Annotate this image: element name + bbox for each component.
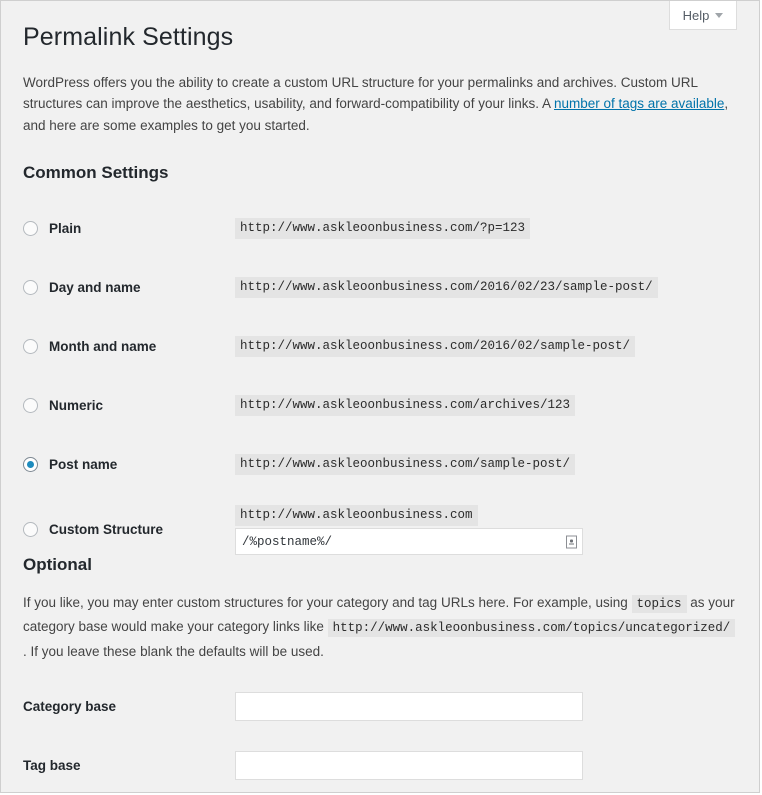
example-url-day-and-name: http://www.askleoonbusiness.com/2016/02/… — [235, 276, 658, 299]
radio-option-post-name[interactable]: Post name — [23, 456, 235, 472]
radio-numeric[interactable] — [23, 397, 38, 413]
option-example-cell: http://www.askleoonbusiness.com/2016/02/… — [235, 258, 739, 317]
option-example-cell: http://www.askleoonbusiness.com/?p=123 — [235, 199, 739, 258]
radio-label-post-name: Post name — [49, 456, 118, 472]
option-example-cell: http://www.askleoonbusiness.com/sample-p… — [235, 435, 739, 494]
radio-label-plain: Plain — [49, 220, 82, 236]
optional-fields-table: Category base Tag base — [23, 677, 739, 792]
radio-plain[interactable] — [23, 220, 38, 236]
radio-day-and-name[interactable] — [23, 279, 38, 295]
radio-month-and-name[interactable] — [23, 338, 38, 354]
example-url-plain: http://www.askleoonbusiness.com/?p=123 — [235, 217, 531, 240]
option-label-cell: Month and name — [23, 317, 235, 376]
page-title: Permalink Settings — [23, 23, 234, 51]
resize-grip-icon[interactable] — [566, 535, 577, 549]
custom-structure-input[interactable]: /%postname%/ — [235, 528, 583, 556]
field-row-category-base: Category base — [23, 677, 739, 736]
option-example-cell: http://www.askleoonbusiness.com/archives… — [235, 376, 739, 435]
option-row-plain: Plain http://www.askleoonbusiness.com/?p… — [23, 199, 739, 258]
category-base-label: Category base — [23, 699, 117, 715]
option-example-cell: http://www.askleoonbusiness.com/2016/02/… — [235, 317, 739, 376]
radio-post-name[interactable] — [23, 456, 38, 472]
tags-available-link[interactable]: number of tags are available — [554, 96, 724, 111]
optional-heading: Optional — [23, 555, 92, 574]
category-base-cell — [235, 677, 739, 736]
radio-label-month-and-name: Month and name — [49, 338, 157, 354]
page-content: Permalink Settings WordPress offers you … — [1, 1, 759, 566]
optional-description: If you like, you may enter custom struct… — [23, 591, 739, 663]
common-settings-heading: Common Settings — [23, 163, 169, 183]
permalink-settings-page: Help Permalink Settings WordPress offers… — [0, 0, 760, 793]
option-row-month-and-name: Month and name http://www.askleoonbusine… — [23, 317, 739, 376]
radio-label-numeric: Numeric — [49, 397, 104, 413]
custom-structure-value: /%postname%/ — [242, 534, 333, 549]
option-label-cell: Numeric — [23, 376, 235, 435]
option-row-day-and-name: Day and name http://www.askleoonbusiness… — [23, 258, 739, 317]
tag-base-label: Tag base — [23, 758, 81, 774]
chip-topics: topics — [631, 594, 687, 613]
field-row-tag-base: Tag base — [23, 736, 739, 792]
option-row-numeric: Numeric http://www.askleoonbusiness.com/… — [23, 376, 739, 435]
radio-option-plain[interactable]: Plain — [23, 220, 235, 236]
example-url-numeric: http://www.askleoonbusiness.com/archives… — [235, 394, 576, 417]
example-url-post-name: http://www.askleoonbusiness.com/sample-p… — [235, 453, 576, 476]
optional-text-part1: If you like, you may enter custom struct… — [23, 594, 632, 610]
optional-section: Optional If you like, you may enter cust… — [1, 553, 759, 792]
tag-base-input[interactable] — [235, 751, 583, 781]
chip-category-url-example: http://www.askleoonbusiness.com/topics/u… — [327, 619, 736, 638]
optional-text-part3: . If you leave these blank the defaults … — [23, 643, 324, 659]
example-url-month-and-name: http://www.askleoonbusiness.com/2016/02/… — [235, 335, 636, 358]
permalink-options-table: Plain http://www.askleoonbusiness.com/?p… — [23, 199, 739, 566]
radio-option-day-and-name[interactable]: Day and name — [23, 279, 235, 295]
custom-structure-wrap: http://www.askleoonbusiness.com /%postna… — [235, 504, 739, 556]
option-label-cell: Post name — [23, 435, 235, 494]
radio-custom-structure[interactable] — [23, 522, 38, 538]
tag-base-cell — [235, 736, 739, 792]
option-label-cell: Day and name — [23, 258, 235, 317]
option-row-post-name: Post name http://www.askleoonbusiness.co… — [23, 435, 739, 494]
category-base-input[interactable] — [235, 692, 583, 722]
intro-paragraph: WordPress offers you the ability to crea… — [23, 72, 739, 138]
radio-option-custom-structure[interactable]: Custom Structure — [23, 522, 235, 538]
radio-label-custom-structure: Custom Structure — [49, 522, 164, 538]
radio-label-day-and-name: Day and name — [49, 279, 141, 295]
option-label-cell: Plain — [23, 199, 235, 258]
custom-structure-base-url: http://www.askleoonbusiness.com — [235, 504, 478, 527]
radio-option-numeric[interactable]: Numeric — [23, 397, 235, 413]
radio-option-month-and-name[interactable]: Month and name — [23, 338, 235, 354]
